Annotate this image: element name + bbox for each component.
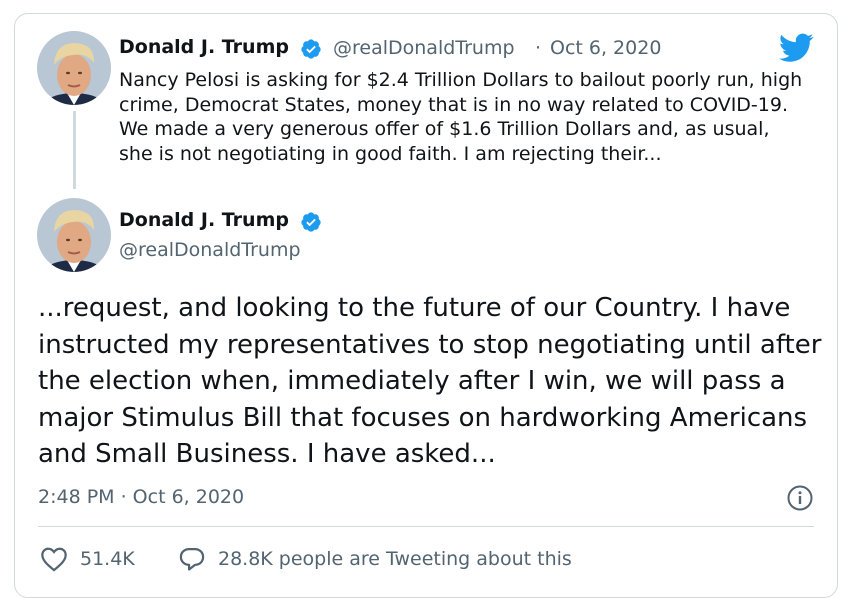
info-icon[interactable] (787, 485, 813, 511)
heart-icon (41, 547, 67, 572)
parent-author-name[interactable]: Donald J. Trump (119, 36, 289, 58)
tweet-timestamp[interactable]: 2:48 PM · Oct 6, 2020 (38, 486, 244, 508)
main-handle[interactable]: @realDonaldTrump (119, 239, 301, 261)
verified-badge-icon (301, 212, 321, 232)
twitter-bird-icon[interactable] (779, 33, 814, 63)
like-button[interactable]: 51.4K (40, 546, 135, 572)
comment-icon (179, 547, 205, 571)
action-divider (38, 526, 814, 527)
tweeting-about-count: 28.8K people are Tweeting about this (218, 548, 572, 570)
meta-separator: · (535, 37, 542, 59)
main-tweet-text: ...request, and looking to the future of… (38, 293, 822, 469)
parent-handle[interactable]: @realDonaldTrump (333, 37, 515, 59)
main-avatar[interactable] (37, 198, 111, 272)
main-author-name[interactable]: Donald J. Trump (119, 209, 289, 231)
like-count: 51.4K (80, 548, 135, 570)
verified-badge-icon (301, 39, 321, 59)
parent-date[interactable]: Oct 6, 2020 (550, 37, 661, 59)
parent-tweet-text: Nancy Pelosi is asking for $2.4 Trillion… (119, 69, 803, 165)
comment-button[interactable]: 28.8K people are Tweeting about this (178, 546, 572, 572)
parent-avatar[interactable] (37, 31, 111, 105)
thread-connector-line (73, 111, 76, 189)
